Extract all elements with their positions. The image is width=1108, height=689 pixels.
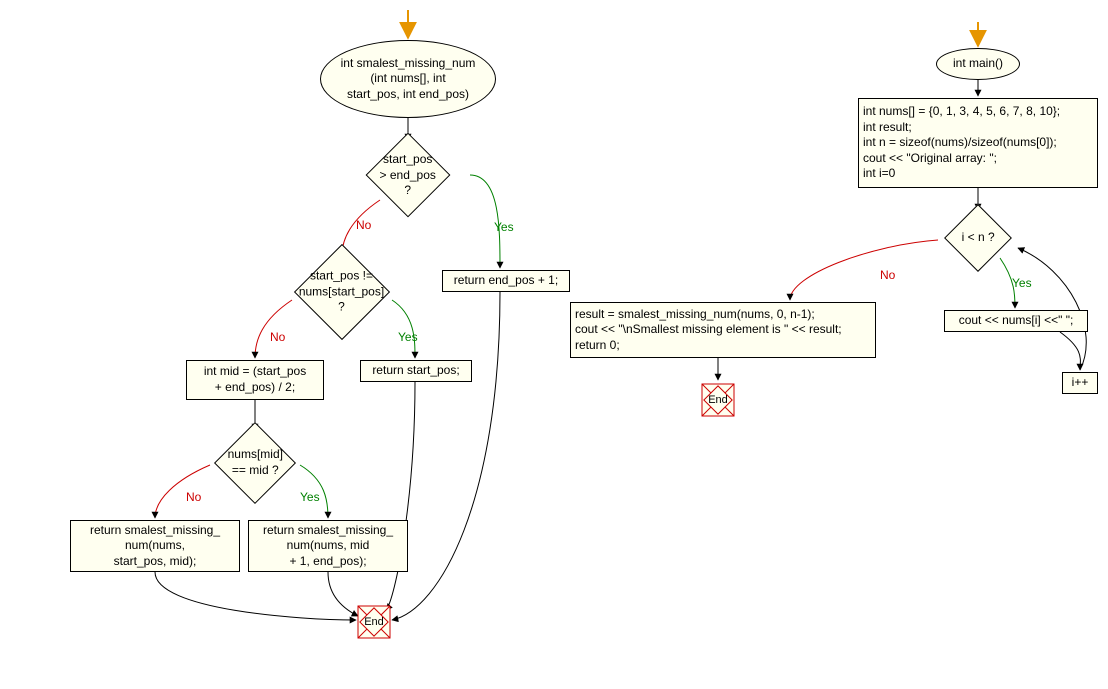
- l2: nums[start_pos] ?: [299, 284, 384, 315]
- edge-label-yes: Yes: [1012, 276, 1032, 290]
- text: return end_pos + 1;: [454, 273, 558, 289]
- l2: cout << "\nSmallest missing element is "…: [575, 322, 842, 338]
- l1: int nums[] = {0, 1, 3, 4, 5, 6, 7, 8, 10…: [863, 104, 1060, 120]
- l1: start_pos !=: [299, 269, 384, 285]
- decision-text: nums[mid] == mid ?: [227, 447, 283, 478]
- text: cout << nums[i] <<" ";: [959, 313, 1074, 329]
- l4: cout << "Original array: ";: [863, 151, 1060, 167]
- main-signature-ellipse: int main(): [936, 48, 1020, 80]
- fn-signature-ellipse: int smalest_missing_num (int nums[], int…: [320, 40, 496, 118]
- loop-increment: i++: [1062, 372, 1098, 394]
- decision-i-lt-n: i < n ?: [944, 204, 1012, 272]
- l1: result = smalest_missing_num(nums, 0, n-…: [575, 307, 842, 323]
- decision-text: i < n ?: [955, 230, 1001, 246]
- decision-startpos-gt-endpos: start_pos > end_pos ?: [366, 133, 451, 218]
- mid-calc: int mid = (start_pos + end_pos) / 2;: [186, 360, 324, 400]
- l1: return smalest_missing_: [263, 523, 393, 539]
- return-startpos: return start_pos;: [360, 360, 472, 382]
- loop-body-cout: cout << nums[i] <<" ";: [944, 310, 1088, 332]
- edge-label-no: No: [356, 218, 371, 232]
- end-terminator-right: End: [700, 382, 736, 418]
- fn-signature-l3: start_pos, int end_pos): [341, 87, 476, 103]
- l2: + end_pos) / 2;: [204, 380, 306, 396]
- end-label: End: [700, 382, 736, 418]
- edge-label-yes: Yes: [494, 220, 514, 234]
- return-endpos-plus-1: return end_pos + 1;: [442, 270, 570, 292]
- edge-label-no: No: [186, 490, 201, 504]
- edge-label-yes: Yes: [398, 330, 418, 344]
- decision-text: start_pos > end_pos ?: [379, 152, 437, 199]
- edge-label-no: No: [880, 268, 895, 282]
- main-init-block: int nums[] = {0, 1, 3, 4, 5, 6, 7, 8, 10…: [858, 98, 1098, 188]
- edge-label-no: No: [270, 330, 285, 344]
- recurse-left: return smalest_missing_ num(nums, start_…: [70, 520, 240, 572]
- text: i++: [1072, 375, 1089, 391]
- l2: num(nums, mid: [263, 538, 393, 554]
- l2: int result;: [863, 120, 1060, 136]
- flowchart-canvas: int smalest_missing_num (int nums[], int…: [0, 0, 1108, 689]
- fn-signature-l2: (int nums[], int: [341, 71, 476, 87]
- l5: int i=0: [863, 166, 1060, 182]
- main-after-block: result = smalest_missing_num(nums, 0, n-…: [570, 302, 876, 358]
- l1: return smalest_missing_: [90, 523, 220, 539]
- l1: int mid = (start_pos: [204, 364, 306, 380]
- decision-startpos-ne-nums: start_pos != nums[start_pos] ?: [294, 244, 390, 340]
- fn-signature-l1: int smalest_missing_num: [341, 56, 476, 72]
- edge-label-yes: Yes: [300, 490, 320, 504]
- l3: int n = sizeof(nums)/sizeof(nums[0]);: [863, 135, 1060, 151]
- text: int main(): [953, 56, 1003, 72]
- recurse-right: return smalest_missing_ num(nums, mid + …: [248, 520, 408, 572]
- end-label: End: [356, 604, 392, 640]
- l3: start_pos, mid);: [90, 554, 220, 570]
- end-terminator-left: End: [356, 604, 392, 640]
- l2: num(nums,: [90, 538, 220, 554]
- l3: + 1, end_pos);: [263, 554, 393, 570]
- l3: return 0;: [575, 338, 842, 354]
- decision-numsmid-eq-mid: nums[mid] == mid ?: [214, 422, 296, 504]
- text: return start_pos;: [372, 363, 459, 379]
